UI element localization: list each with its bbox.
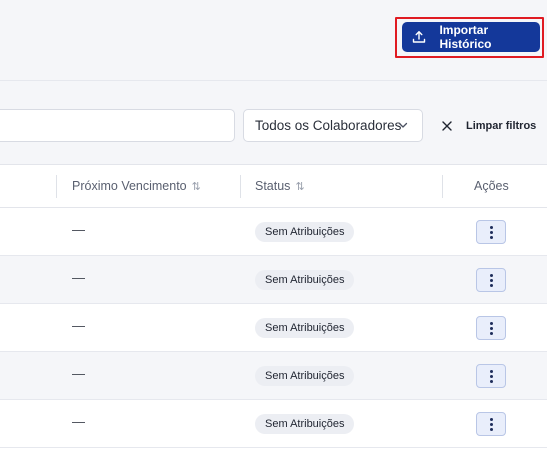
status-badge: Sem Atribuições <box>255 366 355 386</box>
column-header-label: Status <box>255 179 291 193</box>
chevron-down-icon <box>397 119 409 131</box>
more-vertical-icon <box>489 417 493 431</box>
import-history-label: Importar Histórico <box>439 23 492 51</box>
search-input[interactable] <box>0 109 235 142</box>
upload-icon <box>411 29 426 45</box>
next-due-cell: — <box>72 414 85 429</box>
row-actions-button[interactable] <box>476 268 506 292</box>
more-vertical-icon <box>489 225 493 239</box>
status-badge: Sem Atribuições <box>255 414 355 434</box>
clear-filters-label: Limpar filtros <box>466 120 537 132</box>
column-header-next-due[interactable]: Próximo Vencimento ⇅ <box>72 179 201 193</box>
import-history-button[interactable]: Importar Histórico <box>402 22 540 52</box>
more-vertical-icon <box>489 273 493 287</box>
clear-filters-button[interactable]: Limpar filtros <box>440 117 536 135</box>
collaborator-select-value: Todos os Colaboradores <box>255 118 402 133</box>
next-due-cell: — <box>72 222 85 237</box>
next-due-cell: — <box>72 270 85 285</box>
status-badge: Sem Atribuições <box>255 222 355 242</box>
status-badge: Sem Atribuições <box>255 318 355 338</box>
table-row: — Sem Atribuições <box>0 304 547 352</box>
column-separator <box>240 175 241 198</box>
status-badge: Sem Atribuições <box>255 270 355 290</box>
table-row: — Sem Atribuições <box>0 208 547 256</box>
more-vertical-icon <box>489 369 493 383</box>
next-due-cell: — <box>72 366 85 381</box>
row-actions-button[interactable] <box>476 364 506 388</box>
filter-bar: Todos os Colaboradores Limpar filtros <box>0 82 547 164</box>
page-header: Importar Histórico <box>0 0 547 81</box>
row-actions-button[interactable] <box>476 412 506 436</box>
column-separator <box>442 175 443 198</box>
close-icon <box>440 119 454 133</box>
column-header-status[interactable]: Status ⇅ <box>255 179 305 193</box>
collaborator-select[interactable]: Todos os Colaboradores <box>243 109 423 142</box>
next-due-cell: — <box>72 318 85 333</box>
column-separator <box>56 175 57 198</box>
column-header-label: Ações <box>474 179 509 193</box>
table-row: — Sem Atribuições <box>0 256 547 304</box>
table-row: — Sem Atribuições <box>0 352 547 400</box>
row-actions-button[interactable] <box>476 220 506 244</box>
data-table: Próximo Vencimento ⇅ Status ⇅ Ações — Se… <box>0 164 547 456</box>
sort-icon[interactable]: ⇅ <box>192 180 201 193</box>
more-vertical-icon <box>489 321 493 335</box>
sort-icon[interactable]: ⇅ <box>295 180 304 193</box>
column-header-label: Próximo Vencimento <box>72 179 187 193</box>
column-header-actions: Ações <box>474 179 509 193</box>
table-header: Próximo Vencimento ⇅ Status ⇅ Ações <box>0 165 547 208</box>
row-actions-button[interactable] <box>476 316 506 340</box>
table-row: — Sem Atribuições <box>0 400 547 448</box>
